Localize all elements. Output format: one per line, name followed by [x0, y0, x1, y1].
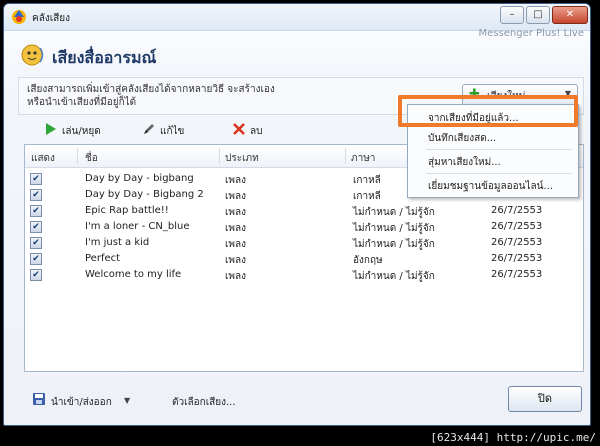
play-stop-button[interactable]: เล่น/หยุด: [44, 121, 114, 139]
minimize-button[interactable]: –: [500, 6, 524, 24]
sound-date: 26/7/2553: [491, 221, 543, 232]
sound-name: I'm a loner - CN_blue: [85, 221, 190, 232]
sound-date: 26/7/2553: [491, 205, 543, 216]
show-checkbox[interactable]: ✔: [30, 205, 42, 217]
delete-button[interactable]: ลบ: [232, 121, 282, 139]
show-checkbox[interactable]: ✔: [30, 173, 42, 185]
table-row[interactable]: ✔ Epic Rap battle!! เพลง ไม่กำหนด / ไม่รู้จ…: [25, 203, 581, 219]
speaker-sound-icon: [21, 44, 44, 66]
column-divider[interactable]: [345, 148, 346, 164]
menu-divider: [426, 173, 572, 174]
sound-type: เพลง: [225, 255, 247, 266]
sound-name: I'm just a kid: [85, 237, 150, 248]
window-title: คลังเสียง: [32, 13, 70, 24]
menu-item-visit-online-db[interactable]: เยี่ยมชมฐานข้อมูลออนไลน์...: [428, 179, 553, 194]
sound-language: ไม่กำหนด / ไม่รู้จัก: [353, 223, 435, 234]
app-logo-icon: [12, 10, 26, 24]
table-row[interactable]: ✔ Welcome to my life เพลง ไม่กำหนด / ไม่รู้…: [25, 267, 581, 283]
show-checkbox[interactable]: ✔: [30, 221, 42, 233]
sound-language: ไม่กำหนด / ไม่รู้จัก: [353, 207, 435, 218]
column-divider[interactable]: [219, 148, 220, 164]
chevron-down-icon[interactable]: ▼: [124, 396, 130, 405]
maximize-button[interactable]: □: [526, 6, 550, 24]
page-title: เสียงสื่ออารมณ์: [52, 48, 157, 67]
sound-language: อังกฤษ: [353, 255, 383, 266]
table-row[interactable]: ✔ Perfect เพลง อังกฤษ 26/7/2553: [25, 251, 581, 267]
edit-icon: [144, 124, 154, 134]
sound-name: Perfect: [85, 253, 121, 264]
show-checkbox[interactable]: ✔: [30, 269, 42, 281]
sound-name: Epic Rap battle!!: [85, 205, 169, 216]
show-checkbox[interactable]: ✔: [30, 237, 42, 249]
show-checkbox[interactable]: ✔: [30, 253, 42, 265]
sound-date: 26/7/2553: [491, 253, 543, 264]
info-text-line-2: หรือนำเข้าเสียงที่มีอยู่ก็ได้: [27, 97, 137, 108]
sound-language: เกาหลี: [353, 191, 381, 202]
show-checkbox[interactable]: ✔: [30, 189, 42, 201]
menu-item-record-live[interactable]: บันทึกเสียงสด...: [428, 131, 496, 146]
sound-type: เพลง: [225, 207, 247, 218]
sound-name: Day by Day - Bigbang 2: [85, 189, 204, 200]
play-icon: [46, 123, 56, 135]
sound-name: Day by Day - bigbang: [85, 173, 194, 184]
sound-library-window: คลังเสียง – □ ✕ Messenger Plus! Live เสี…: [3, 3, 591, 426]
sound-language: เกาหลี: [353, 175, 381, 186]
sound-type: เพลง: [225, 271, 247, 282]
delete-x-icon: [233, 123, 245, 135]
sound-type: เพลง: [225, 239, 247, 250]
title-bar[interactable]: คลังเสียง – □ ✕: [4, 4, 590, 31]
edit-button[interactable]: แก้ไข: [142, 121, 202, 139]
brand-label: Messenger Plus! Live: [478, 28, 584, 39]
sound-language: ไม่กำหนด / ไม่รู้จัก: [353, 271, 435, 282]
menu-divider: [426, 149, 572, 150]
table-row[interactable]: ✔ I'm a loner - CN_blue เพลง ไม่กำหนด / ไม่…: [25, 219, 581, 235]
close-window-button[interactable]: ✕: [552, 6, 588, 24]
sound-name: Welcome to my life: [85, 269, 182, 280]
column-divider[interactable]: [77, 148, 78, 164]
column-show[interactable]: แสดง: [31, 151, 55, 166]
sound-date: 26/7/2553: [491, 237, 543, 248]
play-stop-label: เล่น/หยุด: [62, 126, 101, 137]
sound-type: เพลง: [225, 191, 247, 202]
edit-label: แก้ไข: [160, 126, 185, 137]
sound-type: เพลง: [225, 223, 247, 234]
sound-options-button[interactable]: ตัวเลือกเสียง...: [172, 395, 236, 410]
close-button[interactable]: ปิด: [508, 386, 582, 412]
sound-date: 26/7/2553: [491, 269, 543, 280]
delete-label: ลบ: [250, 126, 263, 137]
sound-language: ไม่กำหนด / ไม่รู้จัก: [353, 239, 435, 250]
watermark: [623x444] http://upic.me/: [430, 431, 596, 444]
column-type[interactable]: ประเภท: [225, 151, 259, 166]
import-export-button[interactable]: นำเข้า/ส่งออก: [51, 395, 112, 410]
table-row[interactable]: ✔ I'm just a kid เพลง ไม่กำหนด / ไม่รู้จัก 2…: [25, 235, 581, 251]
column-language[interactable]: ภาษา: [351, 151, 375, 166]
annotation-highlight-box: [398, 95, 578, 127]
sound-type: เพลง: [225, 175, 247, 186]
floppy-disk-icon: [33, 393, 45, 405]
column-name[interactable]: ชื่อ: [85, 151, 98, 166]
menu-item-random-sound[interactable]: สุ่มหาเสียงใหม่...: [428, 155, 501, 170]
